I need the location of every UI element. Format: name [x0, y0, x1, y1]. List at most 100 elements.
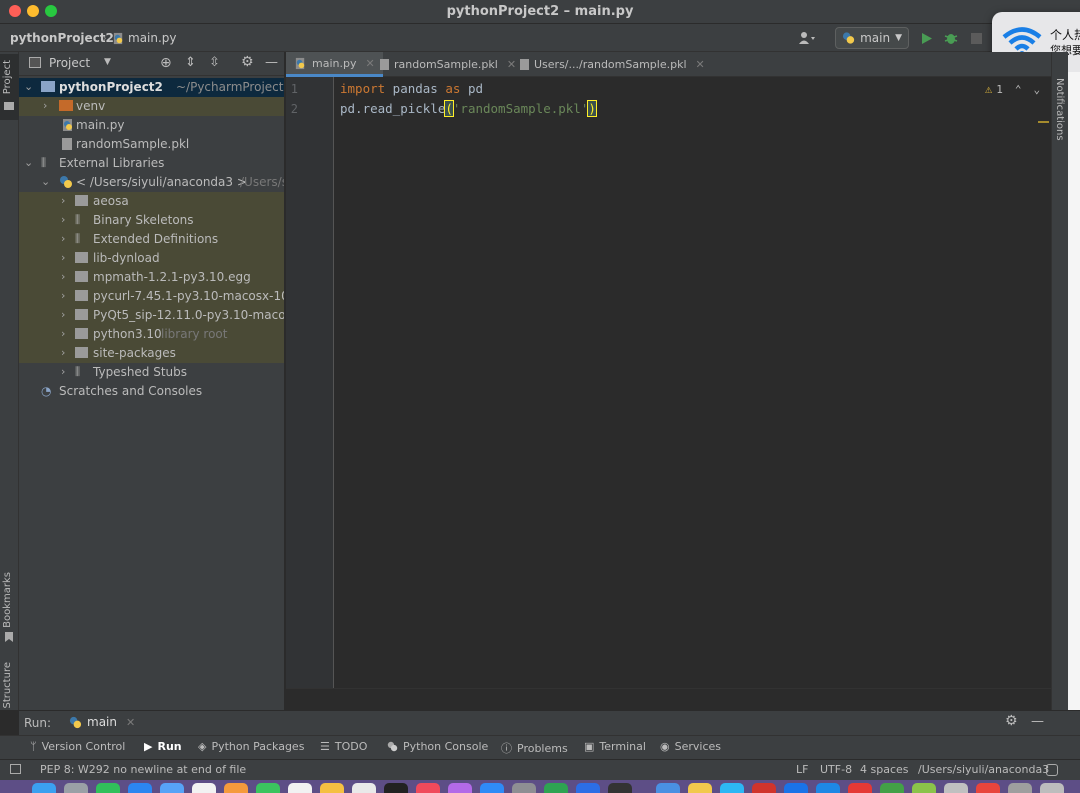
- finder-icon[interactable]: [32, 783, 56, 793]
- tab-services[interactable]: ◉ Services: [660, 740, 721, 753]
- close-icon[interactable]: ✕: [696, 58, 705, 71]
- inspection-widget[interactable]: ⚠ 1 ⌃ ⌄: [985, 82, 1040, 96]
- settings-icon[interactable]: [512, 783, 536, 793]
- tab-main-py[interactable]: main.py ✕: [286, 52, 383, 77]
- word-icon[interactable]: [576, 783, 600, 793]
- indent-setting[interactable]: 4 spaces: [860, 763, 909, 776]
- pycharm-icon[interactable]: [880, 783, 904, 793]
- app-store-icon[interactable]: [480, 783, 504, 793]
- tab-random-sample[interactable]: randomSample.pkl ✕: [372, 52, 524, 77]
- launchpad-icon[interactable]: [64, 783, 88, 793]
- excel-icon[interactable]: [544, 783, 568, 793]
- activity-icon[interactable]: [608, 783, 632, 793]
- tree-item-random-sample[interactable]: randomSample.pkl: [19, 135, 284, 154]
- hide-panel-icon[interactable]: —: [265, 55, 278, 70]
- tv-icon[interactable]: [384, 783, 408, 793]
- tree-item-pyqt5-sip[interactable]: › PyQt5_sip-12.11.0-py3.10-macosx: [19, 306, 284, 325]
- chevron-down-icon[interactable]: ⌄: [1033, 83, 1040, 96]
- error-stripe-marker[interactable]: [1038, 121, 1049, 123]
- tab-version-control[interactable]: ᛘ Version Control: [30, 740, 125, 753]
- tree-item-scratches[interactable]: ◔ Scratches and Consoles: [19, 382, 284, 401]
- facetime-icon[interactable]: [256, 783, 280, 793]
- hide-panel-icon[interactable]: —: [1031, 714, 1044, 729]
- tree-item-lib-dynload[interactable]: › lib-dynload: [19, 249, 284, 268]
- run-configuration-select[interactable]: main ▼: [835, 27, 909, 49]
- podcasts-icon[interactable]: [448, 783, 472, 793]
- app-icon[interactable]: [1008, 783, 1032, 793]
- music-icon[interactable]: [416, 783, 440, 793]
- code-editor[interactable]: import pandas as pd pd.read_pickle('rand…: [335, 77, 1051, 688]
- breadcrumb-file[interactable]: main.py: [112, 31, 177, 45]
- tree-item-extended-definitions[interactable]: › ⫼ Extended Definitions: [19, 230, 284, 249]
- tree-item-pycurl[interactable]: › pycurl-7.45.1-py3.10-macosx-10.9: [19, 287, 284, 306]
- file-encoding[interactable]: UTF-8: [820, 763, 852, 776]
- lock-icon[interactable]: [1046, 764, 1058, 776]
- tree-item-external-libraries[interactable]: ⌄ ⫼ External Libraries: [19, 154, 284, 173]
- status-message[interactable]: PEP 8: W292 no newline at end of file: [40, 763, 246, 776]
- tree-item-main-py[interactable]: main.py: [19, 116, 284, 135]
- breadcrumb-project[interactable]: pythonProject2: [10, 31, 114, 45]
- app-icon[interactable]: [752, 783, 776, 793]
- reminders-icon[interactable]: [352, 783, 376, 793]
- wechat-icon[interactable]: [720, 783, 744, 793]
- bookmarks-tool-button[interactable]: Bookmarks: [0, 572, 19, 647]
- tab-python-console[interactable]: Python Console: [387, 740, 488, 753]
- tree-item-aeosa[interactable]: › aeosa: [19, 192, 284, 211]
- app-icon[interactable]: [912, 783, 936, 793]
- app-icon[interactable]: [816, 783, 840, 793]
- toggle-tool-windows-icon[interactable]: [10, 764, 21, 774]
- chevron-down-icon[interactable]: ▼: [104, 57, 111, 67]
- collapse-all-icon[interactable]: ⇳: [209, 55, 220, 70]
- stop-icon[interactable]: [967, 28, 985, 48]
- chevron-right-icon: ›: [61, 194, 66, 207]
- notes-icon[interactable]: [320, 783, 344, 793]
- line-separator[interactable]: LF: [796, 763, 808, 776]
- tree-item-project-root[interactable]: ⌄ pythonProject2 ~/PycharmProjects/py: [19, 78, 284, 97]
- app-icon[interactable]: [848, 783, 872, 793]
- chevron-right-icon: ›: [102, 31, 107, 45]
- editor-horizontal-scrollbar[interactable]: [286, 688, 1051, 710]
- gear-icon[interactable]: ⚙: [241, 54, 254, 70]
- photos-icon[interactable]: [224, 783, 248, 793]
- preview-icon[interactable]: [656, 783, 680, 793]
- notifications-tool-button[interactable]: Notifications: [1054, 78, 1065, 141]
- safari-icon[interactable]: [128, 783, 152, 793]
- tree-item-venv[interactable]: › venv: [19, 97, 284, 116]
- app-icon[interactable]: [976, 783, 1000, 793]
- tree-item-site-packages[interactable]: › site-packages: [19, 344, 284, 363]
- pages-icon[interactable]: [688, 783, 712, 793]
- expand-all-icon[interactable]: ⇕: [185, 55, 196, 70]
- tab-users-random-sample[interactable]: Users/.../randomSample.pkl ✕: [512, 52, 713, 77]
- user-account-icon[interactable]: [792, 28, 822, 48]
- calendar-icon[interactable]: [288, 783, 312, 793]
- tree-item-interpreter[interactable]: ⌄ < /Users/siyuli/anaconda3 > /Users/s: [19, 173, 284, 192]
- tree-item-typeshed-stubs[interactable]: › ⫼ Typeshed Stubs: [19, 363, 284, 382]
- python-interpreter[interactable]: /Users/siyuli/anaconda3: [918, 763, 1049, 776]
- structure-tool-button[interactable]: Structure: [0, 662, 19, 709]
- maps-icon[interactable]: [192, 783, 216, 793]
- mail-icon[interactable]: [160, 783, 184, 793]
- chevron-up-icon[interactable]: ⌃: [1015, 83, 1022, 96]
- messages-icon[interactable]: [96, 783, 120, 793]
- zoom-icon[interactable]: [784, 783, 808, 793]
- debug-icon[interactable]: [942, 28, 960, 48]
- trash-icon[interactable]: [1040, 783, 1064, 793]
- tab-python-packages[interactable]: ◈ Python Packages: [198, 740, 304, 753]
- app-icon[interactable]: [944, 783, 968, 793]
- tree-item-mpmath[interactable]: › mpmath-1.2.1-py3.10.egg: [19, 268, 284, 287]
- tree-item-binary-skeletons[interactable]: › ⫼ Binary Skeletons: [19, 211, 284, 230]
- tab-terminal[interactable]: ▣ Terminal: [584, 740, 646, 753]
- locate-icon[interactable]: ⊕: [160, 55, 172, 71]
- gear-icon[interactable]: ⚙: [1005, 713, 1018, 729]
- tab-run[interactable]: ▶ Run: [144, 740, 182, 753]
- project-panel-title[interactable]: Project: [49, 56, 90, 70]
- tab-problems[interactable]: ⓘ Problems: [501, 740, 568, 756]
- tree-item-python310[interactable]: › python3.10 library root: [19, 325, 284, 344]
- project-tool-button[interactable]: Project: [0, 54, 19, 120]
- tab-todo[interactable]: ☰ TODO: [320, 740, 367, 753]
- tree-item-label: main.py: [76, 118, 125, 132]
- keyword-token: as: [445, 81, 461, 96]
- run-tab-main[interactable]: main ✕: [69, 715, 135, 729]
- run-icon[interactable]: [918, 28, 936, 48]
- close-icon[interactable]: ✕: [126, 716, 135, 729]
